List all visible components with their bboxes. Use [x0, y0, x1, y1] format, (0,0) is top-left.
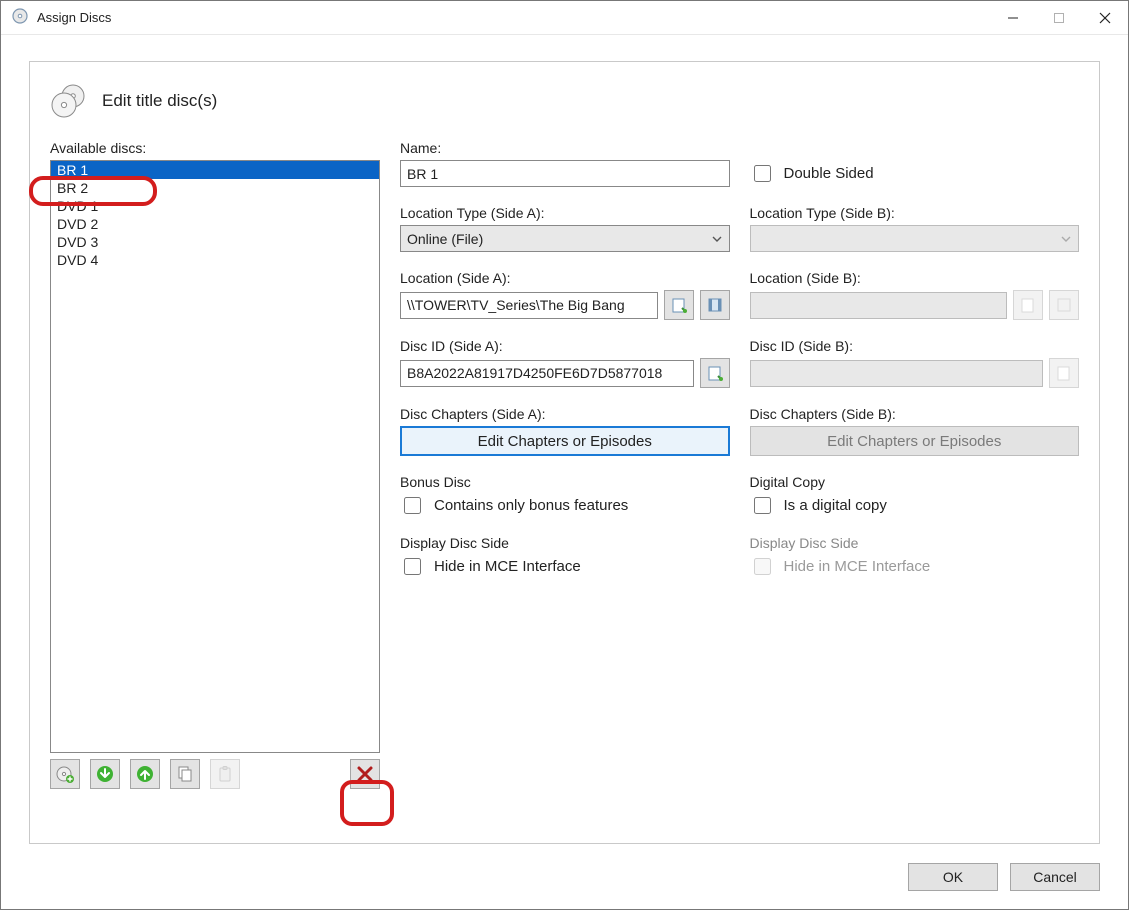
discid-a-input[interactable] [400, 360, 694, 387]
dialog-buttons: OK Cancel [908, 863, 1100, 891]
move-down-button[interactable] [90, 759, 120, 789]
cancel-button[interactable]: Cancel [1010, 863, 1100, 891]
maximize-button[interactable] [1036, 2, 1082, 34]
name-label: Name: [400, 140, 730, 156]
hide-mce-a-label: Hide in MCE Interface [434, 558, 581, 575]
loc-b-label: Location (Side B): [750, 270, 1080, 286]
loc-type-b-select [750, 225, 1080, 252]
list-item[interactable]: BR 2 [51, 179, 379, 197]
hide-mce-a-checkbox[interactable] [404, 558, 421, 575]
chevron-down-icon [1060, 233, 1072, 245]
browse-file-b-button [1013, 290, 1043, 320]
minimize-button[interactable] [990, 2, 1036, 34]
copy-button[interactable] [170, 759, 200, 789]
discid-a-lookup-button[interactable] [700, 358, 730, 388]
chevron-down-icon [711, 233, 723, 245]
hide-mce-b-checkbox [754, 558, 771, 575]
list-item[interactable]: DVD 4 [51, 251, 379, 269]
side-a-panel: Name: Location Type (Side A): Online (Fi… [400, 140, 730, 789]
ok-button[interactable]: OK [908, 863, 998, 891]
header: Edit title disc(s) [50, 78, 1079, 124]
side-b-panel: placeholder Double Sided Location Type (… [750, 140, 1080, 789]
digital-copy-checkbox[interactable] [754, 497, 771, 514]
double-sided-checkbox[interactable] [754, 165, 771, 182]
title-text: Assign Discs [37, 10, 111, 25]
bonus-checkbox[interactable] [404, 497, 421, 514]
discs-header-icon [50, 83, 86, 119]
list-item[interactable]: DVD 2 [51, 215, 379, 233]
list-item[interactable]: DVD 3 [51, 233, 379, 251]
browse-media-b-button [1049, 290, 1079, 320]
bonus-heading: Bonus Disc [400, 474, 730, 490]
move-up-button[interactable] [130, 759, 160, 789]
titlebar-left: Assign Discs [11, 7, 111, 28]
bonus-label: Contains only bonus features [434, 497, 628, 514]
available-discs-list[interactable]: BR 1BR 2DVD 1DVD 2DVD 3DVD 4 [50, 160, 380, 753]
display-side-b-heading: Display Disc Side [750, 535, 1080, 551]
titlebar: Assign Discs [1, 1, 1128, 35]
edit-chapters-b-button: Edit Chapters or Episodes [750, 426, 1080, 456]
loc-a-input[interactable] [400, 292, 658, 319]
discid-b-label: Disc ID (Side B): [750, 338, 1080, 354]
content-frame: Edit title disc(s) Available discs: BR 1… [29, 61, 1100, 844]
digital-heading: Digital Copy [750, 474, 1080, 490]
list-item[interactable]: BR 1 [51, 161, 379, 179]
browse-file-a-button[interactable] [664, 290, 694, 320]
close-button[interactable] [1082, 2, 1128, 34]
hide-mce-b-label: Hide in MCE Interface [784, 558, 931, 575]
disc-app-icon [11, 7, 29, 28]
delete-button[interactable] [350, 759, 380, 789]
name-input[interactable] [400, 160, 730, 187]
display-side-a-heading: Display Disc Side [400, 535, 730, 551]
discid-a-label: Disc ID (Side A): [400, 338, 730, 354]
discid-b-lookup-button [1049, 358, 1079, 388]
list-toolbar [50, 759, 380, 789]
discid-b-input [750, 360, 1044, 387]
loc-type-b-label: Location Type (Side B): [750, 205, 1080, 221]
loc-b-input [750, 292, 1008, 319]
paste-button [210, 759, 240, 789]
chapters-b-label: Disc Chapters (Side B): [750, 406, 1080, 422]
loc-a-label: Location (Side A): [400, 270, 730, 286]
double-sided-label: Double Sided [784, 165, 874, 182]
list-item[interactable]: DVD 1 [51, 197, 379, 215]
window-controls [990, 2, 1128, 34]
browse-media-a-button[interactable] [700, 290, 730, 320]
available-discs-label: Available discs: [50, 140, 380, 156]
add-disc-button[interactable] [50, 759, 80, 789]
chapters-a-label: Disc Chapters (Side A): [400, 406, 730, 422]
assign-discs-dialog: Assign Discs Edit [0, 0, 1129, 910]
loc-type-a-select[interactable]: Online (File) [400, 225, 730, 252]
header-text: Edit title disc(s) [102, 91, 217, 111]
edit-chapters-a-button[interactable]: Edit Chapters or Episodes [400, 426, 730, 456]
loc-type-a-label: Location Type (Side A): [400, 205, 730, 221]
digital-copy-label: Is a digital copy [784, 497, 887, 514]
